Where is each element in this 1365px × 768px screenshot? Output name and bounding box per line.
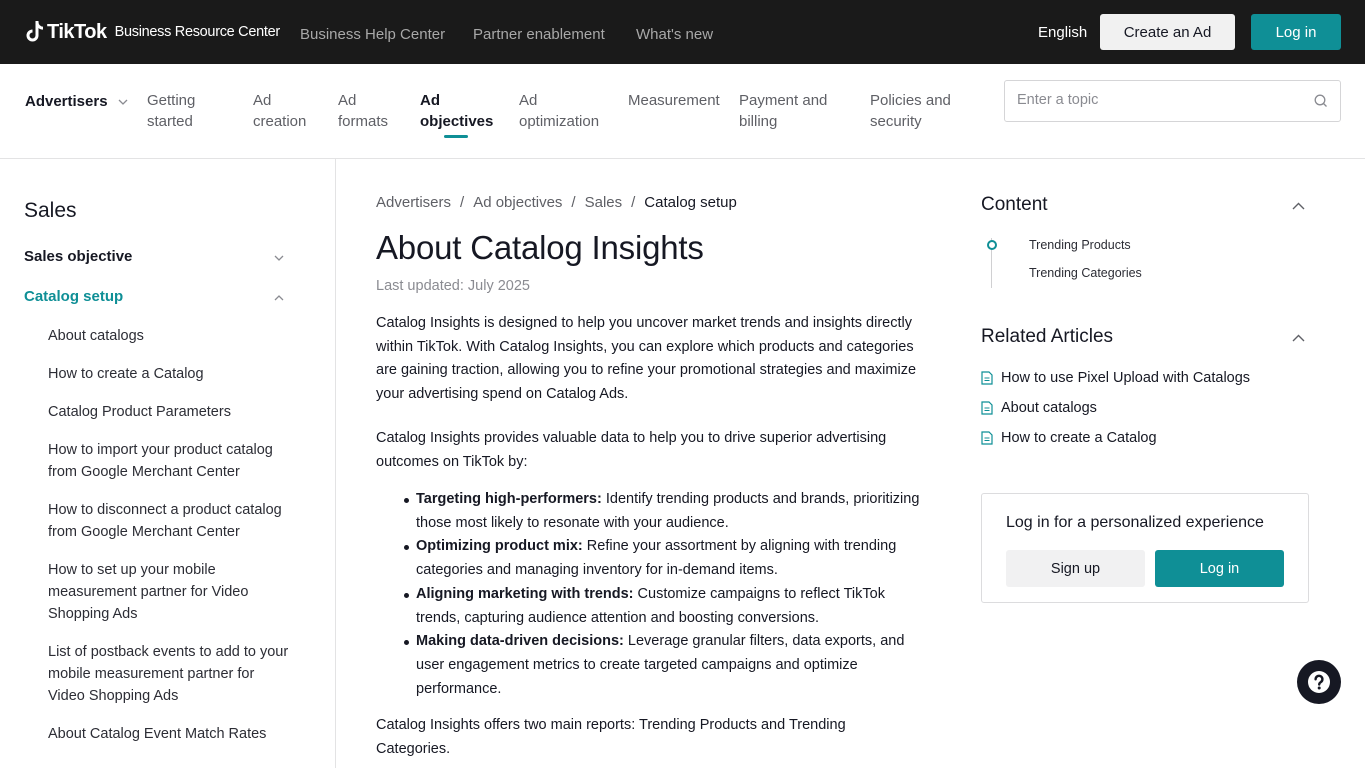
search-icon[interactable] <box>1314 94 1328 108</box>
list-item: Aligning marketing with trends: Customiz… <box>404 583 931 630</box>
create-ad-button[interactable]: Create an Ad <box>1100 14 1235 50</box>
nav-whats-new[interactable]: What's new <box>636 26 713 43</box>
toc-item-trending-categories[interactable]: Trending Categories <box>1029 266 1142 280</box>
chevron-down-icon[interactable] <box>274 255 284 261</box>
sidebar-item-import-gmc[interactable]: How to import your product catalog from … <box>48 439 293 483</box>
related-articles-title: Related Articles <box>981 326 1114 347</box>
document-icon <box>981 431 993 445</box>
search-box <box>1004 80 1341 122</box>
sidebar-group-catalog-setup[interactable]: Catalog setup <box>24 288 123 305</box>
login-card: Log in for a personalized experience Sig… <box>981 493 1309 603</box>
chevron-up-icon[interactable] <box>274 295 284 301</box>
nav-policies-security[interactable]: Policies and security <box>870 90 951 132</box>
related-article-about-catalogs[interactable]: About catalogs <box>981 400 1097 416</box>
sidebar-item-mmp-setup[interactable]: How to set up your mobile measurement pa… <box>48 559 293 625</box>
breadcrumb-ad-objectives[interactable]: Ad objectives <box>473 194 562 211</box>
nav-ad-objectives[interactable]: Ad objectives <box>420 90 493 138</box>
audience-dropdown[interactable]: Advertisers <box>25 93 128 110</box>
sidebar-item-catalog-parameters[interactable]: Catalog Product Parameters <box>48 401 293 423</box>
nav-payment-billing[interactable]: Payment and billing <box>739 90 827 132</box>
benefits-list: Targeting high-performers: Identify tren… <box>404 488 931 701</box>
last-updated: Last updated: July 2025 <box>376 278 530 294</box>
audience-label: Advertisers <box>25 93 108 110</box>
breadcrumb: Advertisers / Ad objectives / Sales / Ca… <box>376 194 746 211</box>
document-icon <box>981 371 993 385</box>
active-tab-indicator <box>444 135 468 138</box>
toc-title: Content <box>981 194 1048 215</box>
breadcrumb-advertisers[interactable]: Advertisers <box>376 194 451 211</box>
sidebar: Sales Sales objective Catalog setup Abou… <box>0 159 336 768</box>
tiktok-note-icon <box>26 21 43 42</box>
page-title: About Catalog Insights <box>376 229 704 266</box>
sidebar-title: Sales <box>24 199 77 222</box>
sidebar-item-event-match-rates[interactable]: About Catalog Event Match Rates <box>48 723 293 745</box>
breadcrumb-catalog-setup[interactable]: Catalog setup <box>644 194 737 211</box>
nav-getting-started[interactable]: Getting started <box>147 90 195 132</box>
reports-paragraph: Catalog Insights offers two main reports… <box>376 717 846 757</box>
toc-active-dot <box>987 240 997 250</box>
sidebar-item-create-catalog[interactable]: How to create a Catalog <box>48 363 293 385</box>
related-article-pixel-upload[interactable]: How to use Pixel Upload with Catalogs <box>981 370 1250 386</box>
nav-business-help-center[interactable]: Business Help Center <box>300 26 445 43</box>
chevron-down-icon <box>118 99 128 105</box>
chevron-up-icon[interactable] <box>1292 334 1305 342</box>
language-selector[interactable]: English <box>1038 24 1087 41</box>
sidebar-item-disconnect-gmc[interactable]: How to disconnect a product catalog from… <box>48 499 293 543</box>
help-button[interactable] <box>1297 660 1341 704</box>
benefits-paragraph: Catalog Insights provides valuable data … <box>376 430 887 470</box>
list-item: Making data-driven decisions: Leverage g… <box>404 630 931 701</box>
document-icon <box>981 401 993 415</box>
nav-partner-enablement[interactable]: Partner enablement <box>473 26 605 43</box>
breadcrumb-sales[interactable]: Sales <box>585 194 623 211</box>
list-item: Optimizing product mix: Refine your asso… <box>404 535 931 582</box>
nav-ad-creation[interactable]: Ad creation <box>253 90 306 132</box>
sidebar-group-sales-objective[interactable]: Sales objective <box>24 248 132 265</box>
login-card-title: Log in for a personalized experience <box>1006 514 1264 531</box>
nav-measurement[interactable]: Measurement <box>628 90 720 111</box>
list-item: Targeting high-performers: Identify tren… <box>404 488 931 535</box>
related-article-create-catalog[interactable]: How to create a Catalog <box>981 430 1157 446</box>
login-button-top[interactable]: Log in <box>1251 14 1341 50</box>
question-icon <box>1308 671 1330 693</box>
toc-item-trending-products[interactable]: Trending Products <box>1029 238 1131 252</box>
tiktok-logo[interactable]: TikTok Business Resource Center <box>26 18 280 46</box>
login-button-card[interactable]: Log in <box>1155 550 1284 587</box>
logo-subtitle: Business Resource Center <box>114 24 281 40</box>
category-nav: Advertisers Getting started Ad creation Ad… <box>0 64 1365 159</box>
sidebar-item-about-catalogs[interactable]: About catalogs <box>48 325 293 347</box>
nav-ad-formats[interactable]: Ad formats <box>338 90 388 132</box>
search-input[interactable] <box>1017 92 1297 108</box>
chevron-up-icon[interactable] <box>1292 202 1305 210</box>
nav-ad-optimization[interactable]: Ad optimization <box>519 90 599 132</box>
intro-paragraph: Catalog Insights is designed to help you… <box>376 315 917 403</box>
top-bar: TikTok Business Resource Center Business… <box>0 0 1365 64</box>
signup-button[interactable]: Sign up <box>1006 550 1145 587</box>
sidebar-item-postback-events[interactable]: List of postback events to add to your m… <box>48 641 293 707</box>
logo-wordmark: TikTok <box>47 20 107 43</box>
breadcrumb-separator: / <box>460 194 465 211</box>
breadcrumb-separator: / <box>571 194 576 211</box>
breadcrumb-separator: / <box>631 194 636 211</box>
